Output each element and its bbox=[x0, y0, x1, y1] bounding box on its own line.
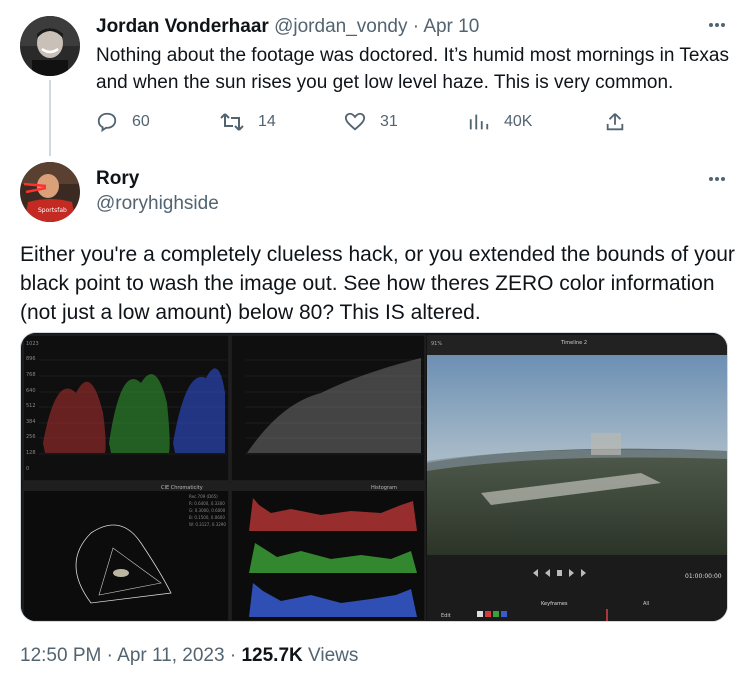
waveform-tick: 384 bbox=[26, 419, 36, 425]
retweet-count: 14 bbox=[258, 113, 276, 130]
cie-title: CIE Chromaticity bbox=[161, 485, 203, 491]
share-icon bbox=[606, 113, 624, 131]
reply-count: 60 bbox=[132, 113, 150, 130]
comment-icon bbox=[97, 112, 117, 133]
reply-author-handle[interactable]: @jordan_vondy bbox=[274, 16, 407, 37]
retweet-button[interactable]: 14 bbox=[220, 108, 276, 136]
tweet-views-label: Views bbox=[308, 645, 359, 666]
waveform-tick: 256 bbox=[26, 434, 36, 440]
reply-body-text: Nothing about the footage was doctored. … bbox=[96, 45, 729, 93]
footer-separator: · bbox=[101, 645, 118, 666]
waveform-tick: 1023 bbox=[26, 341, 39, 347]
main-author-handle[interactable]: @roryhighside bbox=[96, 193, 219, 215]
analytics-icon bbox=[469, 114, 489, 130]
header-separator: · bbox=[407, 16, 424, 37]
footer-separator: · bbox=[224, 645, 242, 666]
views-count: 40K bbox=[504, 113, 533, 130]
timeline-label: Timeline 2 bbox=[560, 340, 587, 346]
cie-legend-line: R: 0.6400, 0.3300 bbox=[189, 501, 225, 506]
reply-button[interactable]: 60 bbox=[96, 108, 150, 136]
tweet-media-image[interactable]: 1023 896 768 640 512 384 256 128 0 CIE C… bbox=[20, 332, 728, 622]
reply-tweet[interactable]: Jordan Vonderhaar @jordan_vondy · Apr 10… bbox=[0, 0, 748, 150]
views-button[interactable]: 40K bbox=[468, 108, 532, 136]
waveform-tick: 128 bbox=[26, 450, 36, 456]
zoom-label: 91% bbox=[431, 341, 442, 347]
reply-date[interactable]: Apr 10 bbox=[423, 16, 479, 37]
reply-author-avatar[interactable] bbox=[20, 16, 80, 76]
like-count: 31 bbox=[380, 113, 398, 130]
keyframes-label: Keyframes bbox=[541, 601, 568, 607]
share-button[interactable] bbox=[604, 108, 640, 136]
edit-label: Edit bbox=[441, 613, 451, 619]
heart-icon bbox=[344, 112, 366, 131]
waveform-tick: 512 bbox=[26, 403, 36, 409]
cie-legend-line: W: 0.3127, 0.3290 bbox=[189, 522, 226, 527]
main-body-text: Either you're a completely clueless hack… bbox=[20, 243, 735, 324]
waveform-tick: 640 bbox=[26, 388, 36, 394]
more-horizontal-icon[interactable] bbox=[708, 12, 726, 33]
color-grading-screenshot: 1023 896 768 640 512 384 256 128 0 CIE C… bbox=[21, 333, 727, 621]
all-label: All bbox=[643, 601, 649, 607]
reply-header: Jordan Vonderhaar @jordan_vondy · Apr 10 bbox=[96, 16, 479, 38]
reply-action-bar: 60 14 31 40K bbox=[96, 108, 636, 136]
cie-legend-line: G: 0.3000, 0.6000 bbox=[189, 508, 226, 513]
like-button[interactable]: 31 bbox=[344, 108, 398, 136]
retweet-icon bbox=[220, 113, 244, 131]
main-author-avatar[interactable]: Sportsfab bbox=[20, 162, 80, 222]
main-author-name[interactable]: Rory bbox=[96, 168, 139, 190]
waveform-tick: 0 bbox=[26, 466, 29, 472]
tweet-time[interactable]: 12:50 PM bbox=[20, 645, 101, 666]
histogram-title: Histogram bbox=[371, 485, 397, 491]
tweet-date[interactable]: Apr 11, 2023 bbox=[117, 645, 224, 666]
more-horizontal-icon[interactable] bbox=[708, 166, 726, 187]
cie-legend-line: B: 0.1500, 0.0600 bbox=[189, 515, 225, 520]
waveform-tick: 896 bbox=[26, 356, 36, 362]
svg-text:Sportsfab: Sportsfab bbox=[38, 207, 67, 214]
reply-author-name[interactable]: Jordan Vonderhaar bbox=[96, 16, 269, 37]
tweet-footer: 12:50 PM · Apr 11, 2023 · 125.7K Views bbox=[20, 645, 358, 667]
waveform-tick: 768 bbox=[26, 372, 36, 378]
cie-plot-cloud bbox=[113, 569, 129, 577]
tweet-views-count[interactable]: 125.7K bbox=[241, 645, 302, 666]
cie-legend-line: Rec.709 (D65) bbox=[189, 494, 218, 499]
timecode-label: 01:00:00:00 bbox=[685, 573, 722, 580]
